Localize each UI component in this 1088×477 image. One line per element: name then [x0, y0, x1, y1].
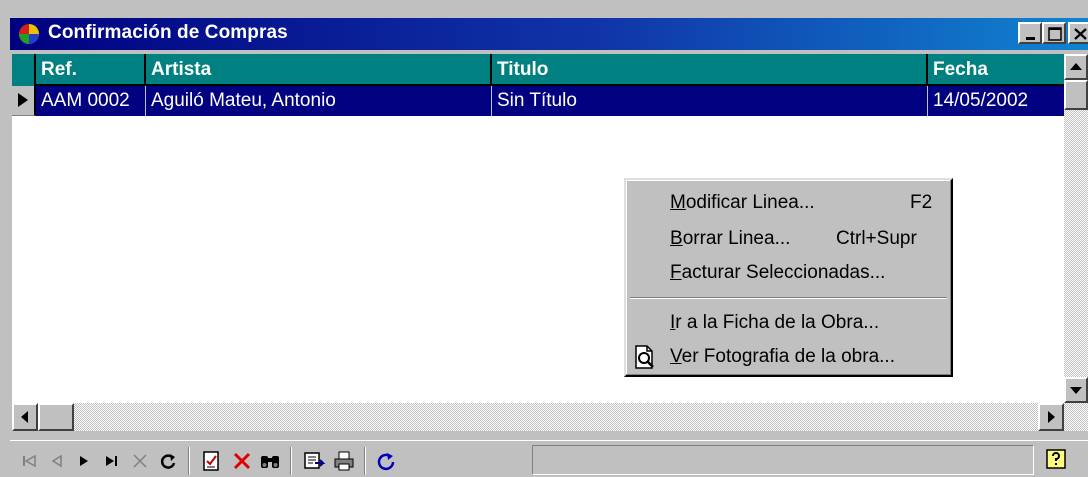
refresh-button[interactable]: [156, 449, 180, 473]
arrow-right-icon: [1048, 411, 1055, 423]
column-header-fecha[interactable]: Fecha: [928, 54, 1064, 86]
scroll-left-button[interactable]: [12, 403, 38, 431]
edit-document-icon: [203, 451, 219, 471]
reload-icon: [377, 453, 395, 471]
maximize-icon: [1048, 27, 1062, 41]
menu-shortcut-ctrl-supr: Ctrl+Supr: [836, 228, 917, 249]
vertical-scroll-thumb[interactable]: [1064, 80, 1088, 110]
table-row[interactable]: AAM 0002 Aguiló Mateu, Antonio Sin Títul…: [36, 86, 1064, 116]
menu-item-label: orrar Linea...: [682, 228, 791, 249]
close-icon: [1074, 28, 1087, 40]
menu-item-borrar-linea[interactable]: Borrar Linea...: [670, 228, 790, 254]
refresh-icon: [160, 454, 176, 469]
menu-item-ir-ficha-obra[interactable]: Ir a la Ficha de la Obra...: [670, 312, 879, 338]
toolbar-separator: [364, 447, 366, 475]
menu-mnemonic: M: [670, 192, 686, 213]
last-record-button[interactable]: [100, 449, 124, 473]
menu-mnemonic: B: [670, 228, 683, 249]
help-icon: [1046, 449, 1066, 469]
reload-button[interactable]: [374, 449, 398, 473]
cell-titulo: Sin Título: [492, 86, 928, 116]
menu-item-label: er Fotografia de la obra...: [681, 346, 895, 367]
status-panel: [532, 445, 1034, 475]
context-menu: Modificar Linea... F2 Borrar Linea... Ct…: [624, 178, 953, 377]
grid-header: Ref. Artista Titulo Fecha: [12, 54, 1064, 86]
menu-item-modificar-linea[interactable]: Modificar Linea...: [670, 192, 815, 218]
app-icon: [19, 24, 39, 44]
edit-document-button[interactable]: [200, 449, 224, 473]
menu-item-facturar-seleccionadas[interactable]: Facturar Seleccionadas...: [670, 262, 885, 288]
cancel-edit-button[interactable]: [128, 449, 152, 473]
binoculars-icon: [261, 456, 279, 468]
horizontal-scroll-thumb[interactable]: [38, 403, 74, 431]
window-title: Confirmación de Compras: [48, 22, 288, 43]
first-record-icon: [23, 454, 36, 468]
scroll-right-button[interactable]: [1038, 403, 1064, 431]
delete-button[interactable]: [230, 449, 254, 473]
scroll-down-button[interactable]: [1064, 377, 1088, 403]
print-icon: [334, 451, 354, 471]
current-row-arrow-icon: [18, 93, 28, 107]
first-record-button[interactable]: [18, 449, 42, 473]
maximize-button[interactable]: [1042, 22, 1066, 44]
row-indicator[interactable]: [12, 86, 36, 116]
next-record-icon: [80, 456, 88, 466]
menu-item-ver-fotografia[interactable]: Ver Fotografia de la obra...: [670, 346, 895, 372]
scroll-up-button[interactable]: [1064, 54, 1088, 80]
header-indicator-cell: [12, 54, 36, 86]
preview-document-icon: [635, 345, 654, 369]
column-header-titulo[interactable]: Titulo: [492, 54, 928, 86]
close-button[interactable]: [1068, 22, 1088, 44]
navigation-toolbar: [10, 440, 1088, 477]
export-icon: [304, 452, 326, 469]
menu-item-label: odificar Linea...: [685, 192, 815, 213]
column-header-ref[interactable]: Ref.: [36, 54, 146, 86]
purchase-confirmation-window: Confirmación de Compras Ref. Artista Tit…: [0, 0, 1088, 477]
export-button[interactable]: [302, 449, 326, 473]
delete-icon: [233, 452, 251, 470]
cancel-edit-icon: [133, 454, 147, 468]
vertical-scrollbar[interactable]: [1064, 54, 1088, 403]
menu-shortcut-f2: F2: [910, 192, 933, 213]
prev-record-icon: [51, 454, 62, 468]
arrow-down-icon: [1070, 387, 1082, 394]
cell-fecha: 14/05/2002: [933, 90, 1029, 111]
menu-item-label: r a la Ficha de la Obra...: [675, 312, 880, 333]
print-button[interactable]: [332, 449, 356, 473]
arrow-up-icon: [1070, 63, 1082, 70]
cell-artista: Aguiló Mateu, Antonio: [146, 86, 492, 116]
last-record-icon: [106, 456, 117, 466]
toolbar-separator: [290, 447, 292, 475]
minimize-icon: [1026, 37, 1035, 40]
search-button[interactable]: [258, 449, 282, 473]
minimize-button[interactable]: [1018, 22, 1042, 44]
arrow-left-icon: [21, 411, 28, 423]
next-record-button[interactable]: [72, 449, 96, 473]
help-button[interactable]: [1044, 447, 1068, 471]
menu-mnemonic: F: [670, 262, 682, 283]
menu-mnemonic: V: [670, 346, 682, 367]
title-bar[interactable]: Confirmación de Compras: [10, 18, 1088, 50]
column-header-artista[interactable]: Artista: [146, 54, 492, 86]
cell-ref: AAM 0002: [36, 86, 146, 116]
menu-separator: [630, 297, 947, 299]
menu-item-label: acturar Seleccionadas...: [681, 262, 886, 283]
horizontal-scrollbar[interactable]: [12, 403, 1088, 431]
prev-record-button[interactable]: [46, 449, 70, 473]
toolbar-separator: [188, 447, 190, 475]
